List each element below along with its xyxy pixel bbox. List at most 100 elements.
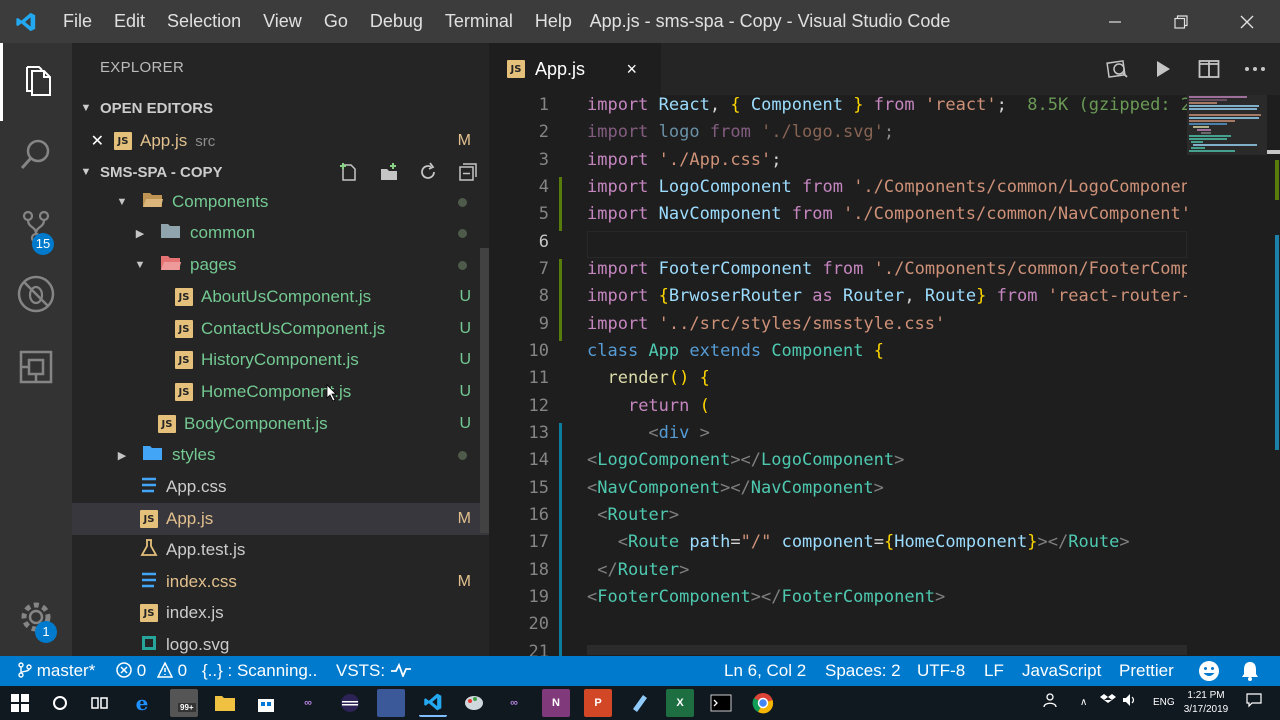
prettier-status[interactable]: Prettier: [1119, 656, 1174, 686]
new-folder-icon[interactable]: [379, 162, 399, 186]
tree-file-index-js[interactable]: JS index.js: [72, 597, 489, 629]
refresh-icon[interactable]: [418, 162, 438, 186]
tree-file-aboutus[interactable]: JS AboutUsComponent.js U: [72, 281, 489, 313]
task-view-icon[interactable]: [86, 689, 114, 717]
tree-file-contactus[interactable]: JS ContactUsComponent.js U: [72, 313, 489, 345]
run-icon[interactable]: [1149, 55, 1177, 83]
git-branch[interactable]: master*: [18, 656, 95, 686]
explorer-activity[interactable]: [0, 43, 72, 121]
extensions-activity[interactable]: [0, 328, 72, 406]
cursor-position[interactable]: Ln 6, Col 2: [724, 656, 806, 686]
css-file-icon: [140, 571, 158, 594]
system-clock[interactable]: 1:21 PM 3/17/2019: [1176, 689, 1236, 717]
files-icon: [25, 66, 51, 96]
caret-down-icon: ▼: [116, 196, 128, 208]
encoding[interactable]: UTF-8: [917, 656, 965, 686]
volume-icon[interactable]: [1122, 686, 1138, 720]
file-explorer-icon[interactable]: [211, 689, 239, 717]
tree-label: pages: [190, 255, 237, 274]
menu-file[interactable]: File: [52, 0, 103, 43]
tree-file-logo-svg[interactable]: logo.svg: [72, 629, 489, 656]
cortana-search-icon[interactable]: [46, 689, 74, 717]
collapse-all-icon[interactable]: [458, 162, 478, 186]
tree-folder-styles[interactable]: ▶ styles: [72, 439, 489, 471]
menu-view[interactable]: View: [252, 0, 313, 43]
action-center-icon[interactable]: [1246, 686, 1262, 720]
css-file-icon: [140, 476, 158, 499]
edge-browser-icon[interactable]: e: [128, 689, 156, 717]
tree-folder-components[interactable]: ▼ Components: [72, 186, 489, 218]
git-added-marker: [559, 177, 562, 231]
tree-file-app-css[interactable]: App.css: [72, 471, 489, 503]
tree-folder-common[interactable]: ▶ common: [72, 217, 489, 249]
menu-edit[interactable]: Edit: [103, 0, 156, 43]
menu-go[interactable]: Go: [313, 0, 359, 43]
tree-file-app-test[interactable]: App.test.js: [72, 534, 489, 566]
menu-debug[interactable]: Debug: [359, 0, 434, 43]
restore-button[interactable]: [1148, 0, 1214, 43]
app-icon[interactable]: [377, 689, 405, 717]
warning-icon: [156, 661, 174, 678]
git-status: U: [459, 415, 471, 432]
new-file-icon[interactable]: [339, 162, 359, 186]
open-editor-item[interactable]: ✕ JS App.js src M: [72, 125, 489, 157]
project-header[interactable]: ▼ SMS-SPA - COPY: [72, 156, 489, 188]
chevron-up-icon[interactable]: ∧: [1080, 686, 1087, 720]
scanning-status[interactable]: {..} : Scanning..: [202, 656, 317, 686]
tree-file-index-css[interactable]: index.css M: [72, 566, 489, 598]
dropbox-icon[interactable]: [1100, 686, 1116, 720]
excel-icon[interactable]: X: [666, 689, 694, 717]
tab-close-icon[interactable]: ×: [626, 59, 637, 80]
tree-file-history[interactable]: JS HistoryComponent.js U: [72, 344, 489, 376]
minimap[interactable]: [1187, 95, 1267, 165]
mail-app-icon[interactable]: 99+: [170, 689, 198, 717]
indentation[interactable]: Spaces: 2: [825, 656, 901, 686]
powerpoint-icon[interactable]: P: [584, 689, 612, 717]
open-changes-icon[interactable]: [1103, 55, 1131, 83]
horizontal-scrollbar[interactable]: [587, 645, 1187, 655]
line-ending[interactable]: LF: [984, 656, 1004, 686]
chrome-icon[interactable]: [749, 689, 777, 717]
js-file-icon: JS: [175, 288, 193, 306]
language-mode[interactable]: JavaScript: [1022, 656, 1101, 686]
visual-studio-2-icon[interactable]: ∞: [500, 689, 528, 717]
tree-folder-pages[interactable]: ▼ pages: [72, 249, 489, 281]
window-title: App.js - sms-spa - Copy - Visual Studio …: [589, 11, 951, 31]
close-icon[interactable]: ✕: [72, 131, 104, 151]
sidebar-scrollbar[interactable]: [480, 248, 489, 533]
input-language[interactable]: ENG: [1153, 686, 1175, 720]
tab-app-js[interactable]: JS App.js ×: [489, 43, 661, 95]
line-number: 7: [538, 259, 549, 279]
visual-studio-icon[interactable]: ∞: [294, 689, 322, 717]
code-editor[interactable]: 1 2 3 4 5 6 7 8 9 10 11 12 13 14 15 16 1…: [489, 95, 1280, 656]
vscode-taskbar-icon[interactable]: [419, 689, 447, 717]
people-icon[interactable]: [1042, 686, 1058, 720]
minimize-button[interactable]: [1082, 0, 1148, 43]
line-number: 13: [528, 423, 549, 443]
store-icon[interactable]: [252, 689, 280, 717]
tree-file-app-js[interactable]: JS App.js M: [72, 503, 489, 535]
search-activity[interactable]: [0, 115, 72, 193]
command-prompt-icon[interactable]: [707, 689, 735, 717]
windows-start-icon[interactable]: [6, 689, 34, 717]
tree-file-body[interactable]: JS BodyComponent.js U: [72, 408, 489, 440]
tree-file-home[interactable]: JS HomeComponent.js U: [72, 376, 489, 408]
manage-activity[interactable]: 1: [0, 578, 72, 656]
editor-scrollbar[interactable]: [1267, 150, 1280, 656]
tab-label: App.js: [535, 58, 586, 79]
folder-open-icon: [142, 191, 164, 214]
eclipse-icon[interactable]: [336, 689, 364, 717]
more-actions-icon[interactable]: [1241, 55, 1269, 83]
debug-activity[interactable]: [0, 255, 72, 333]
caret-right-icon: ▶: [117, 449, 127, 462]
onenote-icon[interactable]: N: [542, 689, 570, 717]
vsts-status[interactable]: VSTS:: [336, 656, 412, 686]
menu-terminal[interactable]: Terminal: [434, 0, 524, 43]
open-editors-header[interactable]: ▼ OPEN EDITORS: [72, 92, 489, 124]
close-window-button[interactable]: [1214, 0, 1280, 43]
paint-icon[interactable]: [460, 689, 488, 717]
menu-selection[interactable]: Selection: [156, 0, 252, 43]
problems-indicator[interactable]: 0 0: [116, 656, 187, 686]
notepad-icon[interactable]: [625, 689, 653, 717]
split-editor-icon[interactable]: [1195, 55, 1223, 83]
